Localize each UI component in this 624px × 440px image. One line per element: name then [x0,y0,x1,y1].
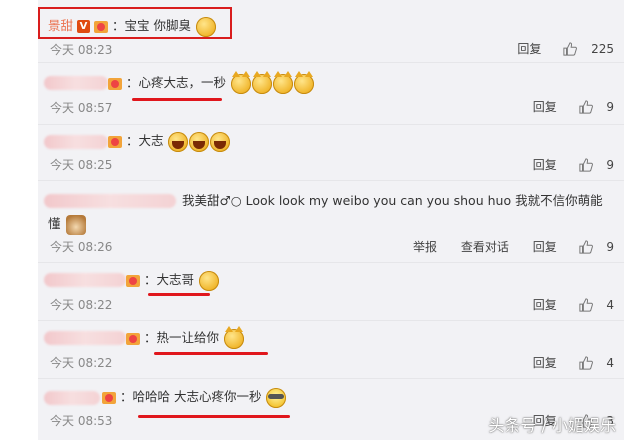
cat-emoji-icon [251,70,272,94]
like-icon[interactable] [578,157,593,172]
report-button[interactable]: 举报 [413,238,437,255]
like-icon[interactable] [578,239,593,254]
red-underline [148,293,210,296]
like-count: 9 [606,239,614,254]
vip-icon [126,332,140,345]
comment-time: 今天 08:22 [50,298,113,312]
emoji-icon [195,16,216,37]
like-icon[interactable] [563,41,578,56]
comment-text: ：热一让给你 [143,330,219,345]
reply-button[interactable]: 回复 [517,40,541,57]
like-icon[interactable] [578,355,593,370]
comment-time: 今天 08:23 [50,43,113,57]
cat-emoji-icon [223,325,244,349]
vip-icon [108,135,122,148]
like-count: 9 [606,157,614,172]
red-underline [154,352,268,355]
like-count: 4 [606,355,614,370]
comment-author[interactable]: 景甜 [48,18,73,33]
red-underline [138,415,290,418]
cat-emoji-icon [293,70,314,94]
like-icon[interactable] [578,99,593,114]
watermark: 头条号 / 小媚娱乐 [488,416,616,435]
like-icon[interactable] [578,297,593,312]
verified-icon: V [77,20,90,33]
like-count: 225 [591,41,614,56]
comment-time: 今天 08:25 [50,158,113,172]
cat-emoji-icon [272,70,293,94]
comment-item: ：热一让给你 今天 08:22 回复 4 [38,320,624,379]
comment-item: ：大志 今天 08:25 回复 9 [38,124,624,181]
comment-item: 我美甜♂○ Look look my weibo you can you sho… [38,180,624,263]
comment-time: 今天 08:22 [50,356,113,370]
reply-button[interactable]: 回复 [533,238,557,255]
laugh-emoji-icon [210,131,231,152]
blurred-username [44,194,176,208]
comment-time: 今天 08:57 [50,101,113,115]
minion-emoji-icon [266,387,287,408]
reply-button[interactable]: 回复 [533,156,557,173]
comment-item: ：心疼大志，一秒 今天 08:57 回复 9 [38,62,624,125]
like-count: 9 [606,99,614,114]
blurred-username [44,331,126,345]
reply-button[interactable]: 回复 [533,296,557,313]
blurred-username [44,273,126,287]
laugh-emoji-icon [168,131,189,152]
comment-text: 我美甜♂○ Look look my weibo you can you sho… [182,193,603,208]
comment-text: ：大志 [125,133,164,148]
smile-emoji-icon [198,270,219,291]
reply-button[interactable]: 回复 [533,98,557,115]
comment-text-continued: 懂 [48,216,61,231]
view-conversation-button[interactable]: 查看对话 [461,238,509,255]
comment-time: 今天 08:53 [50,414,113,428]
dog-emoji-icon [65,214,86,235]
red-underline [132,98,222,101]
comment-time: 今天 08:26 [50,240,113,254]
comment-text: ：哈哈哈 大志心疼你一秒 [119,389,262,404]
cat-emoji-icon [230,70,251,94]
comment-text: ：心疼大志，一秒 [125,75,226,90]
blurred-username [44,76,108,90]
blurred-username [44,391,100,405]
blurred-username [44,135,108,149]
comment-text: ：大志哥 [143,272,194,287]
like-count: 4 [606,297,614,312]
reply-button[interactable]: 回复 [533,354,557,371]
laugh-emoji-icon [189,131,210,152]
vip-icon [102,391,116,404]
vip-icon [108,77,122,90]
comment-item: 景甜 V ：宝宝 你脚臭 今天 08:23 回复 225 [38,0,624,63]
comment-text: ：宝宝 你脚臭 [111,18,191,33]
vip-icon [93,20,108,33]
comment-item: ：大志哥 今天 08:22 回复 4 [38,262,624,321]
vip-icon [126,274,140,287]
